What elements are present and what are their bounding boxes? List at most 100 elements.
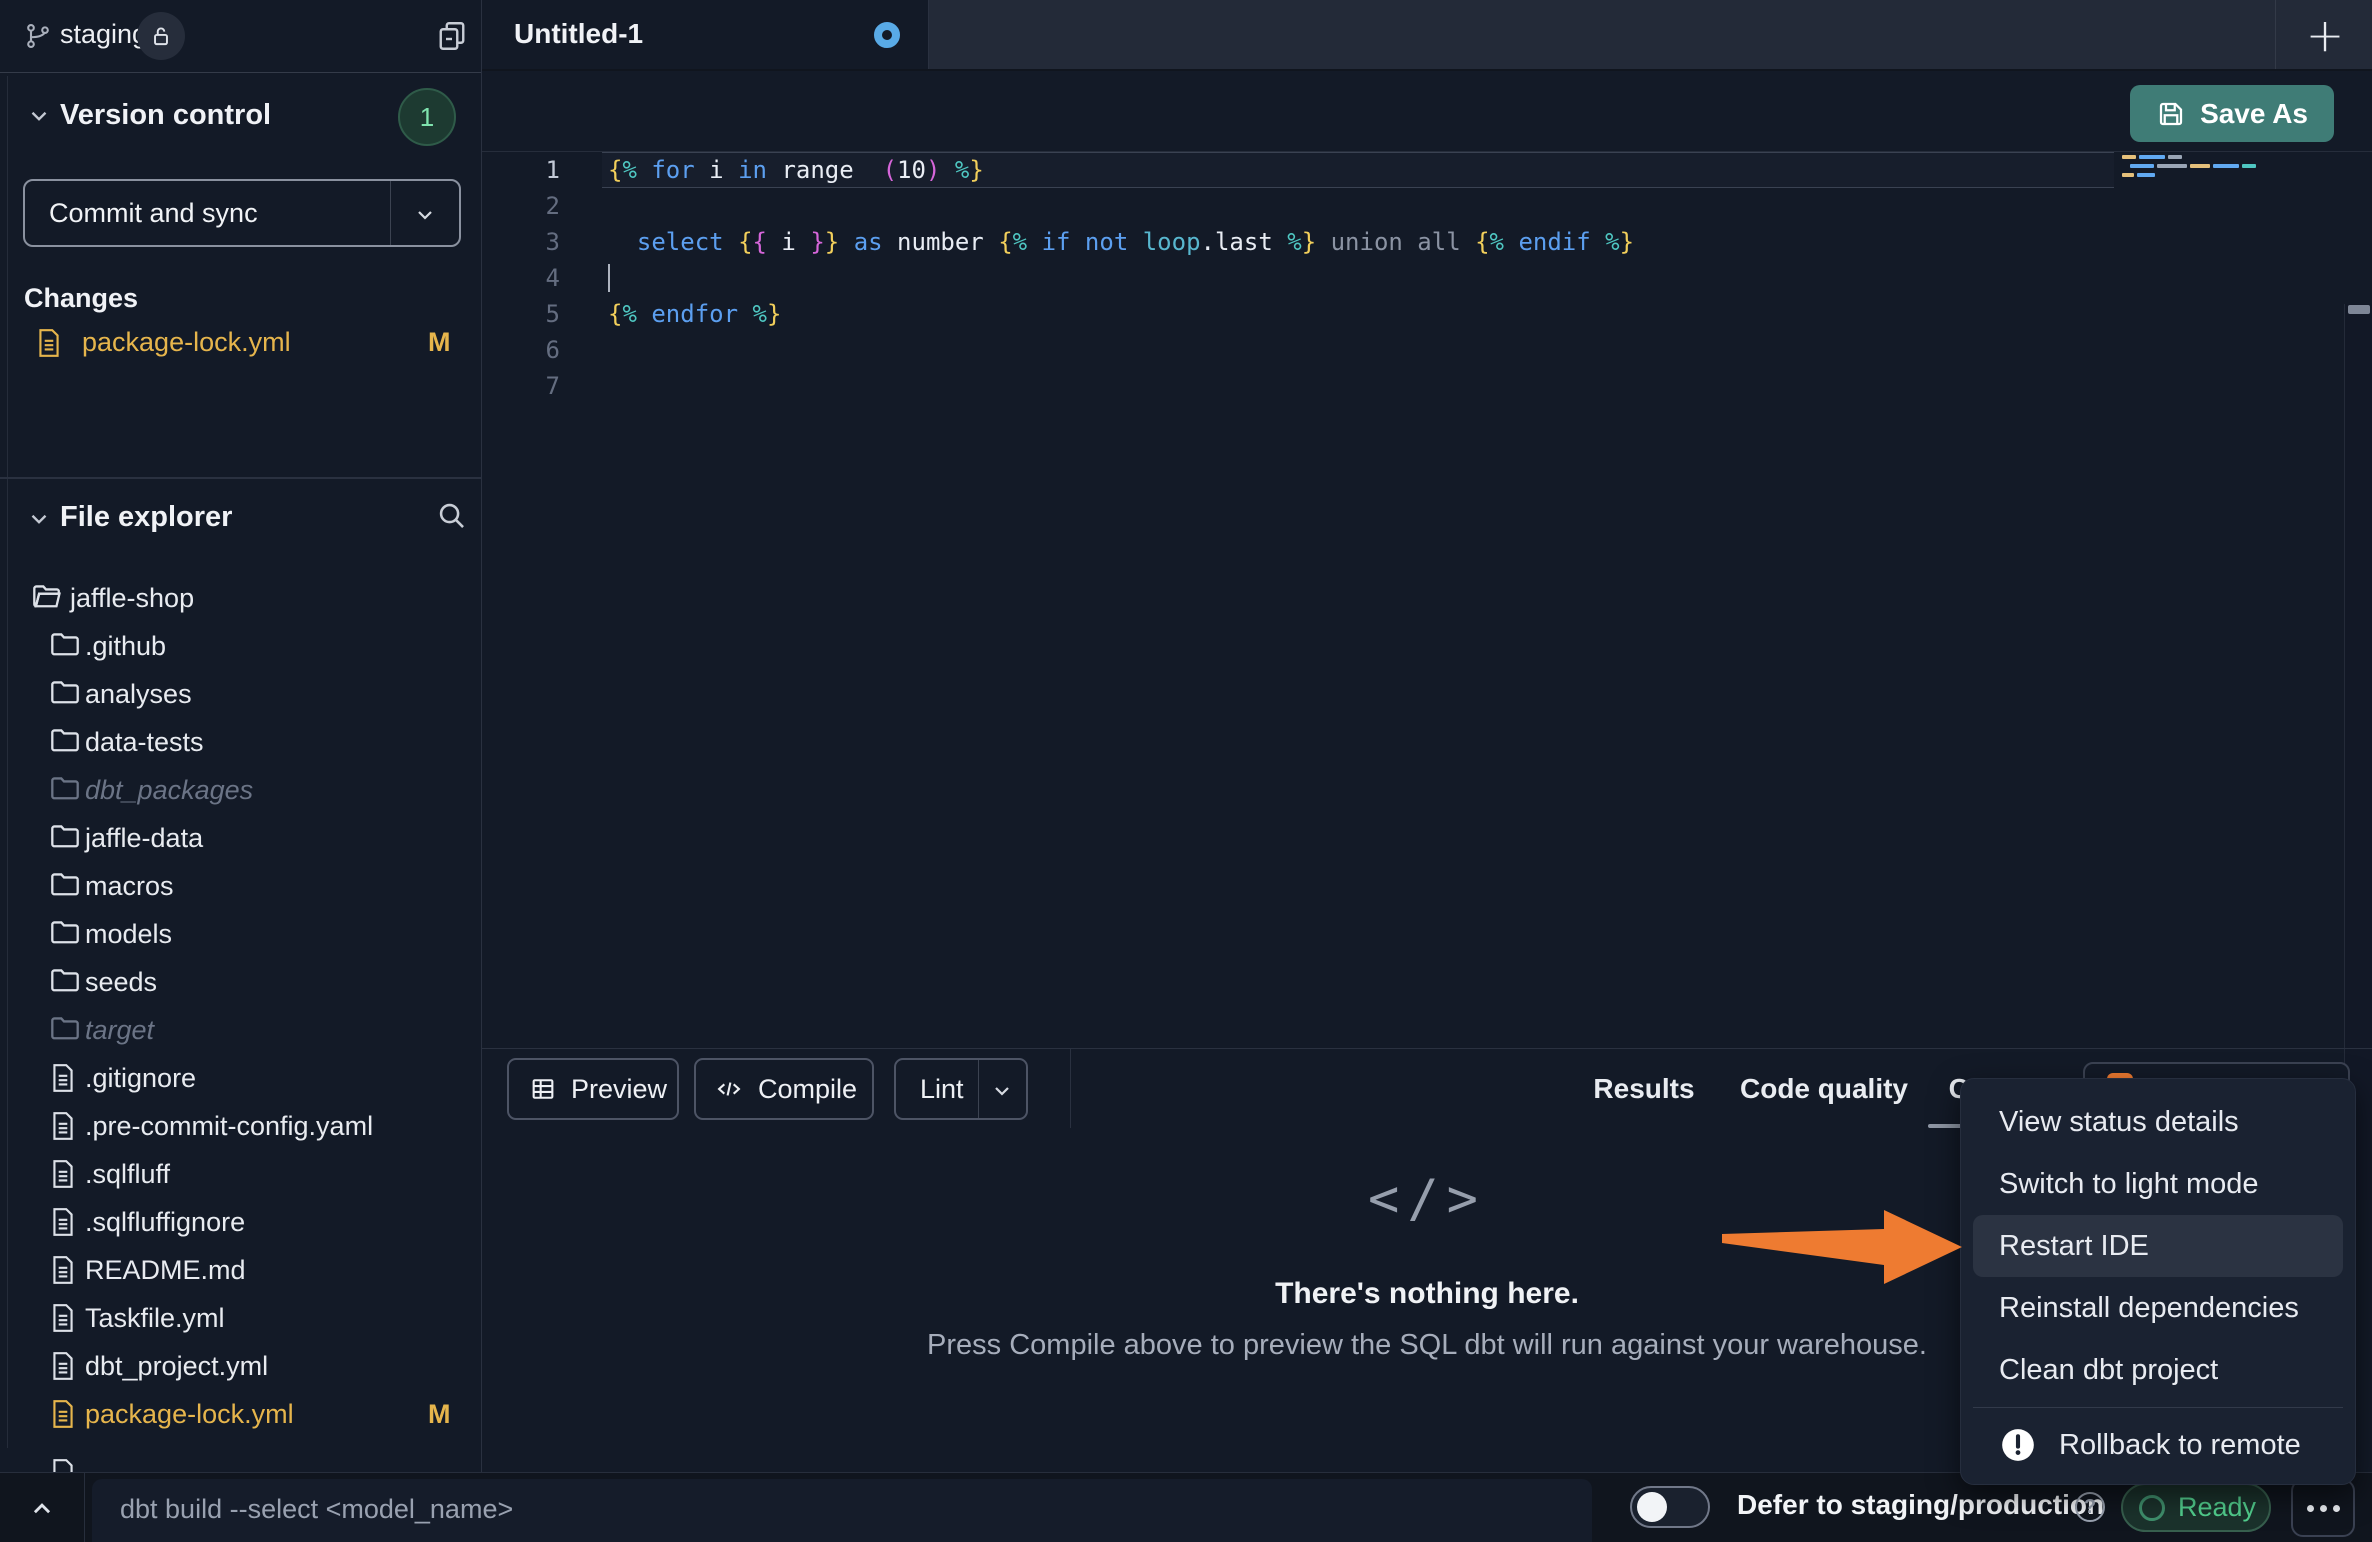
tree-item-label: target xyxy=(85,1015,154,1046)
changed-file-row[interactable]: package-lock.yml M xyxy=(0,319,481,367)
code-line-3[interactable]: 3 select {{ i }} as number {% if not loo… xyxy=(482,224,2372,260)
new-tab-button[interactable]: + xyxy=(2298,10,2352,60)
tree-item-Taskfile.yml[interactable]: Taskfile.yml xyxy=(0,1295,481,1343)
sidebar: staging Version control 1 Commit and syn… xyxy=(0,0,482,1472)
tab-untitled-1[interactable]: Untitled-1 xyxy=(482,0,929,69)
status-context-menu: View status details Switch to light mode R… xyxy=(1960,1078,2356,1485)
tab-results[interactable]: Results xyxy=(1593,1073,1694,1105)
tree-item-jaffle-data[interactable]: jaffle-data xyxy=(0,815,481,863)
folder-icon xyxy=(50,967,80,993)
preview-button[interactable]: Preview xyxy=(507,1058,679,1120)
tab-code-quality[interactable]: Code quality xyxy=(1740,1073,1908,1105)
tree-item-data-tests[interactable]: data-tests xyxy=(0,719,481,767)
menu-item-restart-ide[interactable]: Restart IDE xyxy=(1973,1215,2343,1277)
version-control-badge: 1 xyxy=(398,88,456,146)
lint-button[interactable]: Lint xyxy=(894,1058,1028,1120)
commit-and-sync-button[interactable]: Commit and sync xyxy=(23,179,461,247)
code-editor[interactable]: 1 {% for i in range (10) %} 23 select {{ i… xyxy=(482,152,2372,1048)
commit-button-divider xyxy=(390,181,391,245)
modified-badge: M xyxy=(428,327,451,358)
commit-and-sync-label: Commit and sync xyxy=(25,198,258,229)
menu-item-view-status-details[interactable]: View status details xyxy=(1973,1091,2343,1153)
line-number: 2 xyxy=(482,188,560,224)
command-placeholder: dbt build --select <model_name> xyxy=(120,1494,513,1525)
version-control-collapse-chevron-icon[interactable] xyxy=(26,103,52,129)
tree-item-target[interactable]: target xyxy=(0,1007,481,1055)
menu-item-rollback-to-remote[interactable]: Rollback to remote xyxy=(1973,1414,2343,1476)
folder-icon xyxy=(50,775,80,801)
editor-scrollbar-thumb[interactable] xyxy=(2348,305,2370,314)
alert-circle-icon xyxy=(1999,1426,2037,1464)
tree-item-package-lock.yml[interactable]: package-lock.ymlM xyxy=(0,1391,481,1439)
folder-icon xyxy=(50,919,80,945)
tree-item-.gitignore[interactable]: .gitignore xyxy=(0,1055,481,1103)
compile-button[interactable]: Compile xyxy=(694,1058,874,1120)
empty-state-subtitle: Press Compile above to preview the SQL d… xyxy=(827,1329,2027,1362)
tree-item-analyses[interactable]: analyses xyxy=(0,671,481,719)
tree-item-label: data-tests xyxy=(85,727,204,758)
tab-label: Untitled-1 xyxy=(514,18,643,50)
changed-file-name: package-lock.yml xyxy=(82,327,291,358)
commit-dropdown-chevron-icon[interactable] xyxy=(413,203,437,227)
line-number: 4 xyxy=(482,260,560,296)
code-line-1[interactable]: 1 {% for i in range (10) %} xyxy=(482,152,2372,188)
tree-item-seeds[interactable]: seeds xyxy=(0,959,481,1007)
menu-item-label: Restart IDE xyxy=(1999,1230,2149,1263)
more-options-button[interactable] xyxy=(2291,1479,2355,1537)
tree-item-.sqlfluffignore[interactable]: .sqlfluffignore xyxy=(0,1199,481,1247)
help-icon[interactable]: ? xyxy=(2075,1492,2105,1522)
lint-dropdown-chevron-icon[interactable] xyxy=(990,1079,1014,1103)
tree-item-label: package-lock.yml xyxy=(85,1399,294,1430)
menu-item-label: Clean dbt project xyxy=(1999,1354,2218,1387)
tree-item-.github[interactable]: .github xyxy=(0,623,481,671)
code-text: {% for i in range (10) %} xyxy=(608,152,984,188)
menu-item-label: Switch to light mode xyxy=(1999,1168,2259,1201)
tree-item-dbt_packages[interactable]: dbt_packages xyxy=(0,767,481,815)
unsaved-changes-dot-icon xyxy=(874,22,900,48)
branch-name[interactable]: staging xyxy=(60,19,147,50)
changes-heading: Changes xyxy=(24,283,138,314)
search-icon[interactable] xyxy=(434,498,468,532)
file-icon xyxy=(50,1399,76,1429)
ready-label: Ready xyxy=(2178,1492,2256,1523)
copy-branch-icon[interactable] xyxy=(434,18,470,54)
tree-item-.sqlfluff[interactable]: .sqlfluff xyxy=(0,1151,481,1199)
menu-item-switch-to-light-mode[interactable]: Switch to light mode xyxy=(1973,1153,2343,1215)
folder-icon xyxy=(50,1015,80,1041)
save-as-button[interactable]: Save As xyxy=(2130,85,2334,142)
tree-item-label: README.md xyxy=(85,1255,246,1286)
folder-icon xyxy=(50,631,80,657)
menu-item-clean-dbt-project[interactable]: Clean dbt project xyxy=(1973,1339,2343,1401)
minimap[interactable] xyxy=(2122,152,2332,272)
statusbar-divider xyxy=(84,1473,85,1542)
tree-item-macros[interactable]: macros xyxy=(0,863,481,911)
file-icon xyxy=(50,1111,76,1141)
tree-item-label: .sqlfluffignore xyxy=(85,1207,245,1238)
command-input[interactable]: dbt build --select <model_name> xyxy=(92,1479,1592,1542)
menu-item-reinstall-dependencies[interactable]: Reinstall dependencies xyxy=(1973,1277,2343,1339)
tree-item-README.md[interactable]: README.md xyxy=(0,1247,481,1295)
tree-item-label: jaffle-data xyxy=(85,823,203,854)
lock-icon xyxy=(148,23,174,49)
chevron-up-icon[interactable] xyxy=(22,1491,68,1525)
tree-item-models[interactable]: models xyxy=(0,911,481,959)
code-icon xyxy=(714,1075,744,1103)
tree-item-label: dbt_packages xyxy=(85,775,253,806)
defer-toggle[interactable] xyxy=(1630,1486,1710,1528)
code-line-6[interactable]: 6 xyxy=(482,332,2372,368)
tree-item-label: models xyxy=(85,919,172,950)
text-cursor xyxy=(608,264,610,292)
folder-icon xyxy=(50,823,80,849)
tree-item-jaffle-shop[interactable]: jaffle-shop xyxy=(0,575,481,623)
tree-item-.pre-commit-config.yaml[interactable]: .pre-commit-config.yaml xyxy=(0,1103,481,1151)
file-explorer-collapse-chevron-icon[interactable] xyxy=(26,506,52,532)
menu-item-label: Rollback to remote xyxy=(2059,1429,2301,1462)
lint-button-divider xyxy=(978,1060,979,1118)
code-line-2[interactable]: 2 xyxy=(482,188,2372,224)
menu-item-label: View status details xyxy=(1999,1106,2239,1139)
code-line-4[interactable]: 4 xyxy=(482,260,2372,296)
tree-item-dbt_project.yml[interactable]: dbt_project.yml xyxy=(0,1343,481,1391)
line-number: 1 xyxy=(482,152,560,188)
code-line-7[interactable]: 7 xyxy=(482,368,2372,404)
code-line-5[interactable]: 5{% endfor %} xyxy=(482,296,2372,332)
